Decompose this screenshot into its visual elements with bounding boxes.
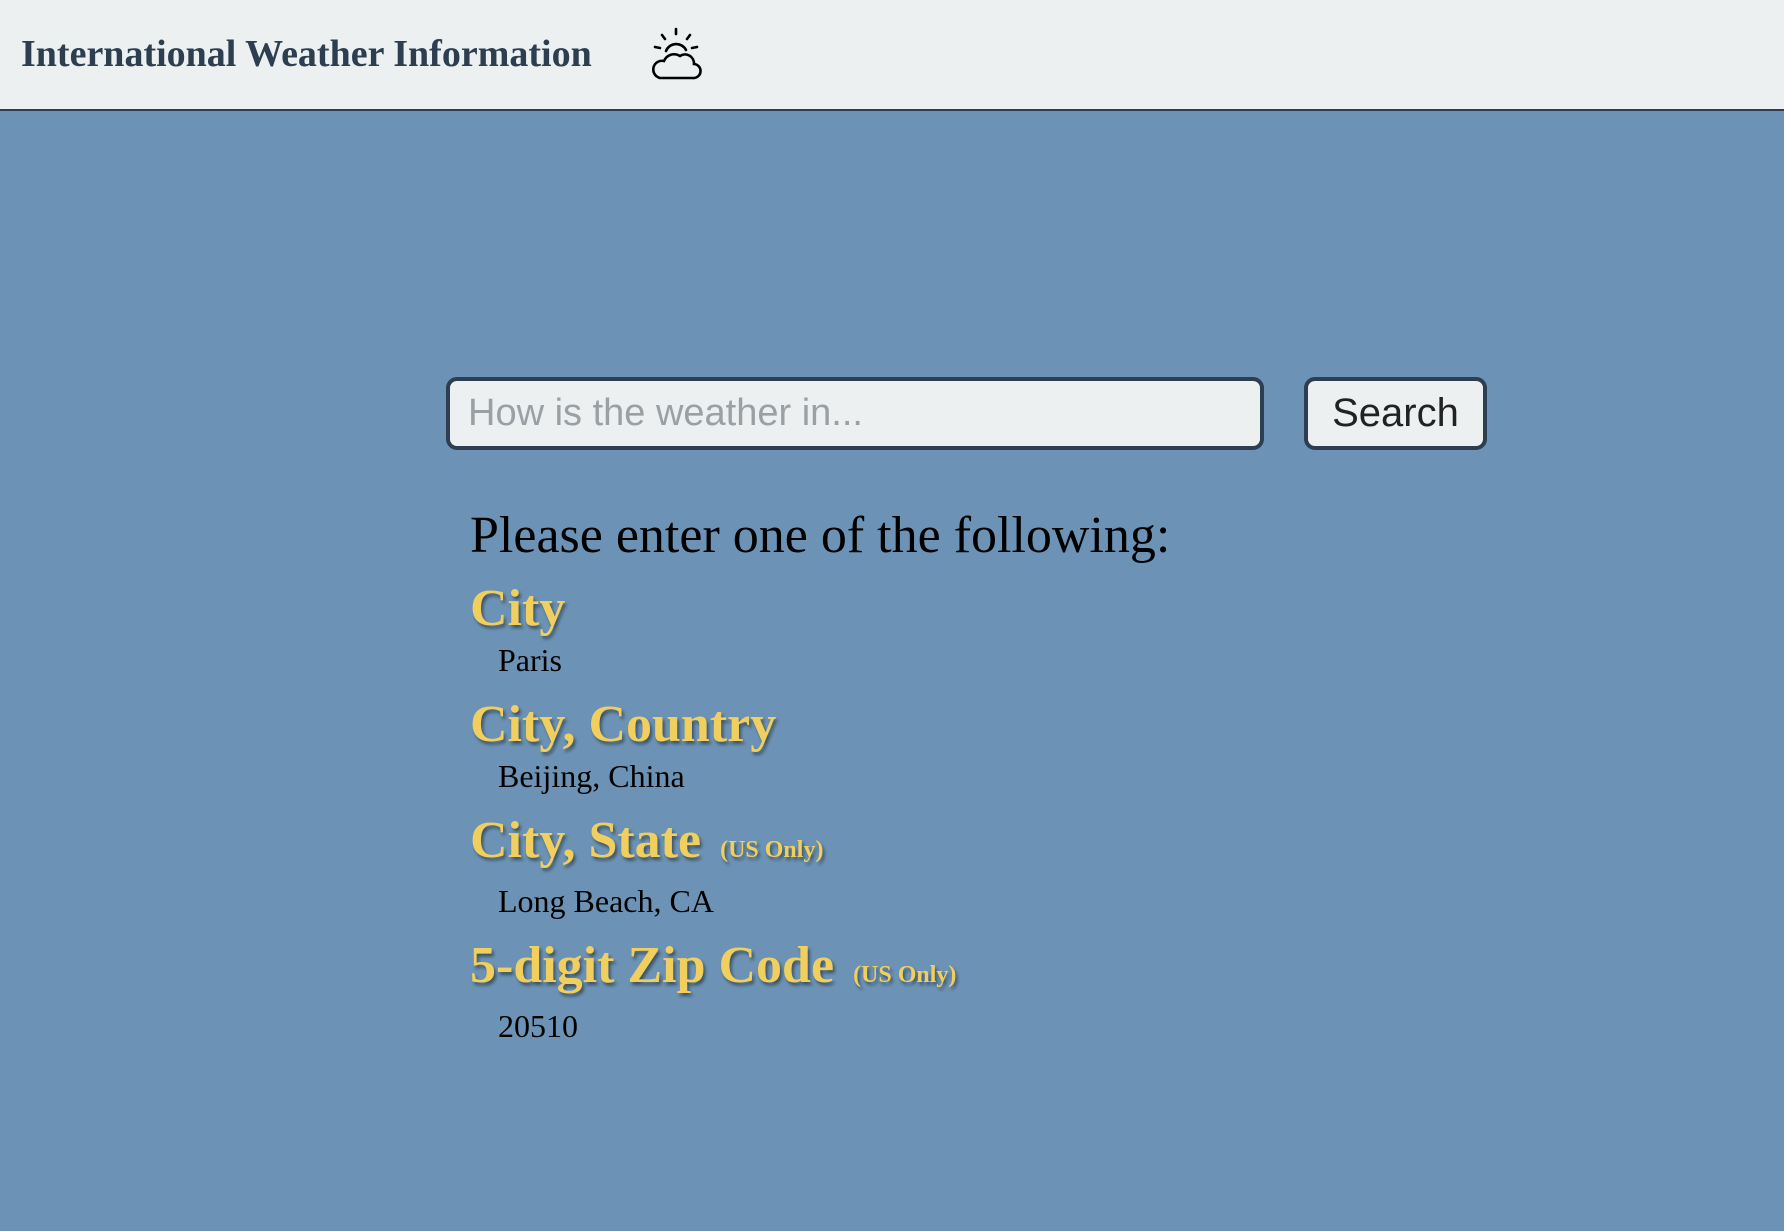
format-title: 5-digit Zip Code (US Only) (470, 935, 1370, 1006)
format-title-text: City, State (470, 812, 702, 869)
format-title: City (470, 578, 1370, 640)
format-item-city: City Paris (470, 578, 1370, 680)
format-item-zip-code: 5-digit Zip Code (US Only) 20510 (470, 935, 1370, 1046)
format-title-text: City (470, 580, 566, 637)
top-navbar: International Weather Information (0, 0, 1784, 111)
format-note: (US Only) (853, 962, 957, 988)
format-example: Beijing, China (498, 758, 685, 794)
search-button[interactable]: Search (1304, 377, 1487, 450)
format-title: City, State (US Only) (470, 810, 1370, 881)
format-title-text: 5-digit Zip Code (470, 937, 835, 994)
format-title-text: City, Country (470, 696, 777, 753)
format-item-city-state: City, State (US Only) Long Beach, CA (470, 810, 1370, 921)
site-title[interactable]: International Weather Information (21, 30, 592, 78)
partly-cloudy-icon (651, 27, 702, 80)
format-note: (US Only) (720, 837, 824, 863)
instructions-panel: Please enter one of the following: City … (470, 502, 1370, 1060)
search-input[interactable] (446, 377, 1264, 450)
format-item-city-country: City, Country Beijing, China (470, 694, 1370, 796)
format-title: City, Country (470, 694, 1370, 756)
format-example: Paris (498, 642, 562, 678)
format-example: Long Beach, CA (498, 883, 714, 919)
instructions-intro: Please enter one of the following: (470, 507, 1171, 564)
format-example: 20510 (498, 1008, 578, 1044)
